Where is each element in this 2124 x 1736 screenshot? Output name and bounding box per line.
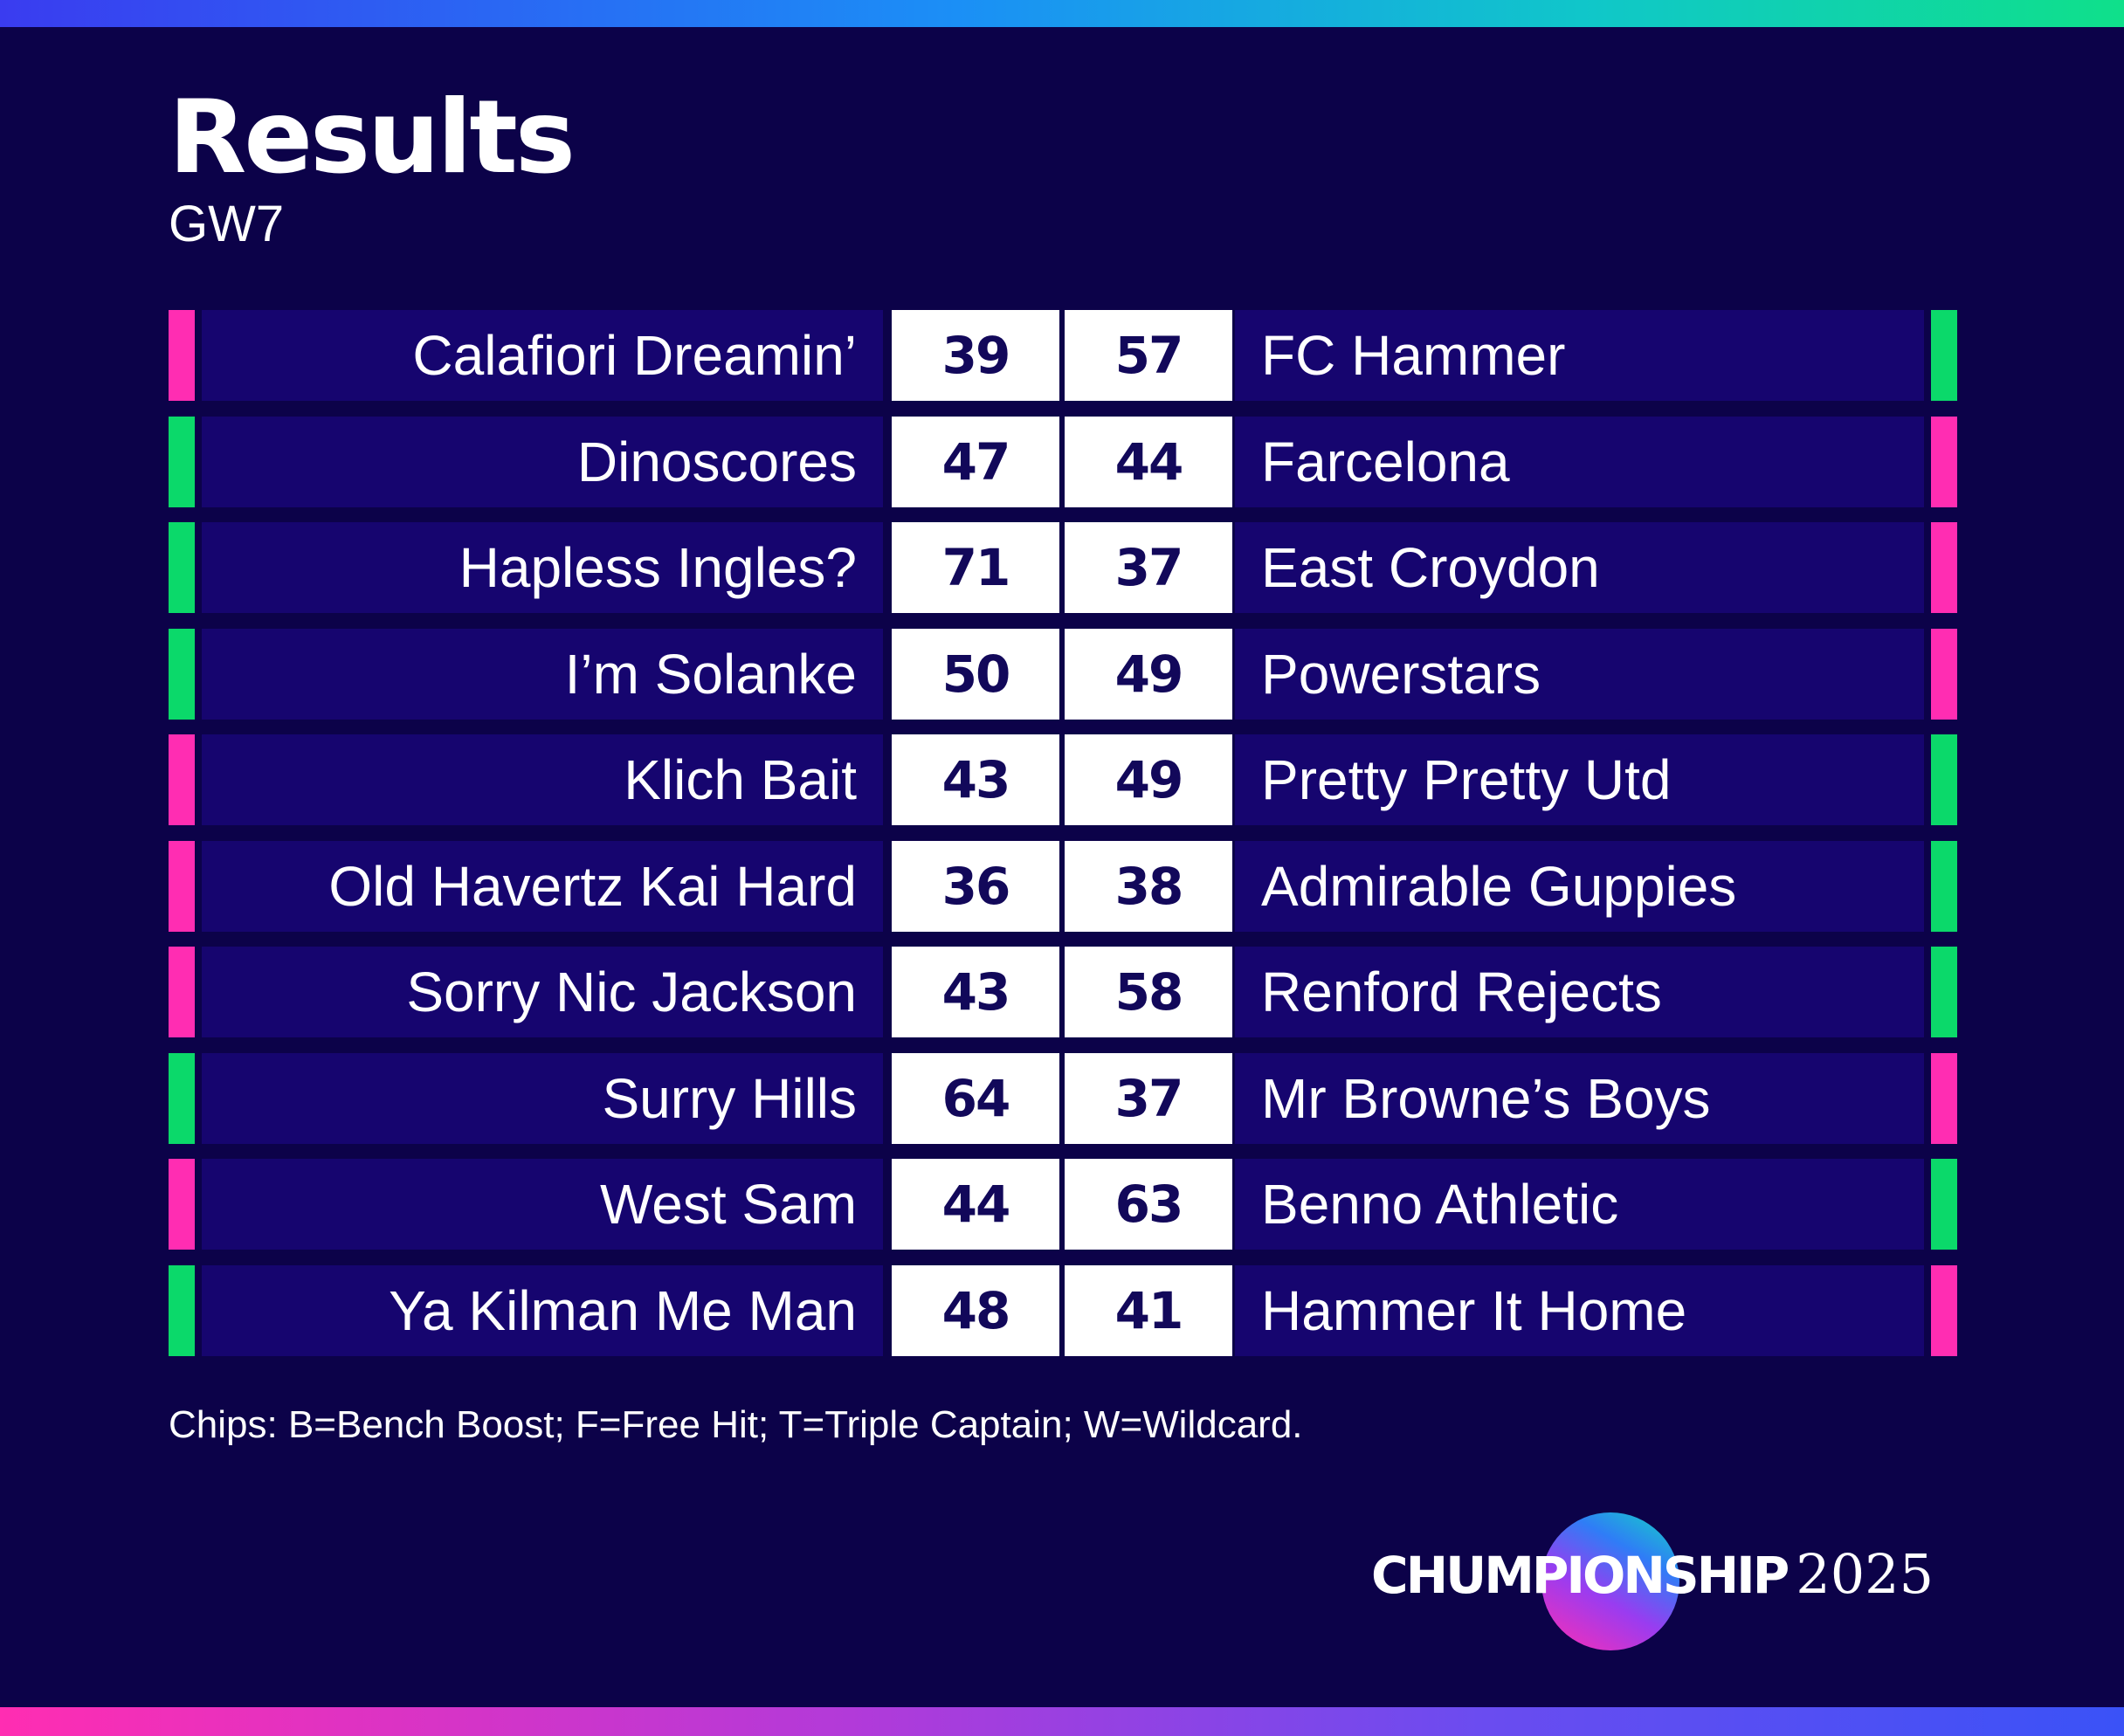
away-score: 63 [1065,1159,1232,1250]
away-result-stripe [1931,947,1957,1037]
match-row: Surry Hills 64 37 Mr Browne’s Boys [169,1053,1957,1144]
home-team-name: Dinoscores [202,417,883,507]
brand-logo: CHUMPIONSHIP 2025 [1371,1511,1958,1650]
brand-year: 2025 [1796,1542,1934,1606]
home-result-stripe [169,1159,195,1250]
home-score: 36 [892,841,1059,932]
home-result-stripe [169,1265,195,1356]
home-team-name: West Sam [202,1159,883,1250]
home-score: 43 [892,947,1059,1037]
away-result-stripe [1931,310,1957,401]
away-score: 37 [1065,522,1232,613]
home-team-name: Old Havertz Kai Hard [202,841,883,932]
match-row: Sorry Nic Jackson 43 58 Renford Rejects [169,947,1957,1037]
home-team-name: I’m Solanke [202,629,883,720]
match-row: I’m Solanke 50 49 Powerstars [169,629,1957,720]
home-score: 71 [892,522,1059,613]
away-score: 58 [1065,947,1232,1037]
home-team-name: Surry Hills [202,1053,883,1144]
home-score: 43 [892,734,1059,825]
away-score: 37 [1065,1053,1232,1144]
home-result-stripe [169,947,195,1037]
away-result-stripe [1931,734,1957,825]
away-team-name: Farcelona [1235,417,1924,507]
home-result-stripe [169,310,195,401]
home-team-name: Ya Kilman Me Man [202,1265,883,1356]
away-result-stripe [1931,629,1957,720]
home-team-name: Klich Bait [202,734,883,825]
home-score: 64 [892,1053,1059,1144]
away-score: 44 [1065,417,1232,507]
match-row: Calafiori Dreamin’ 39 57 FC Hammer [169,310,1957,401]
home-result-stripe [169,629,195,720]
match-row: Hapless Ingles? 71 37 East Croydon [169,522,1957,613]
away-result-stripe [1931,841,1957,932]
brand-wordmark: CHUMPIONSHIP [1371,1546,1790,1605]
away-score: 49 [1065,629,1232,720]
away-result-stripe [1931,1159,1957,1250]
away-result-stripe [1931,1053,1957,1144]
away-score: 49 [1065,734,1232,825]
home-score: 47 [892,417,1059,507]
away-score: 38 [1065,841,1232,932]
match-row: Old Havertz Kai Hard 36 38 Admirable Guppie… [169,841,1957,932]
top-gradient-bar [0,0,2124,27]
home-team-name: Hapless Ingles? [202,522,883,613]
bottom-gradient-bar [0,1707,2124,1736]
home-result-stripe [169,734,195,825]
away-team-name: Admirable Guppies [1235,841,1924,932]
away-team-name: FC Hammer [1235,310,1924,401]
home-score: 50 [892,629,1059,720]
match-row: West Sam 44 63 Benno Athletic [169,1159,1957,1250]
away-score: 41 [1065,1265,1232,1356]
home-result-stripe [169,841,195,932]
away-result-stripe [1931,1265,1957,1356]
home-team-name: Sorry Nic Jackson [202,947,883,1037]
match-row: Klich Bait 43 49 Pretty Pretty Utd [169,734,1957,825]
home-result-stripe [169,1053,195,1144]
home-score: 39 [892,310,1059,401]
away-team-name: Renford Rejects [1235,947,1924,1037]
away-team-name: Mr Browne’s Boys [1235,1053,1924,1144]
away-score: 57 [1065,310,1232,401]
away-team-name: East Croydon [1235,522,1924,613]
away-team-name: Hammer It Home [1235,1265,1924,1356]
match-row: Dinoscores 47 44 Farcelona [169,417,1957,507]
gameweek-label: GW7 [169,196,285,252]
chips-footnote: Chips: B=Bench Boost; F=Free Hit; T=Trip… [169,1403,1303,1446]
page-title: Results [169,79,576,196]
home-score: 48 [892,1265,1059,1356]
match-row: Ya Kilman Me Man 48 41 Hammer It Home [169,1265,1957,1356]
home-score: 44 [892,1159,1059,1250]
away-team-name: Benno Athletic [1235,1159,1924,1250]
home-team-name: Calafiori Dreamin’ [202,310,883,401]
away-result-stripe [1931,522,1957,613]
away-team-name: Powerstars [1235,629,1924,720]
away-result-stripe [1931,417,1957,507]
home-result-stripe [169,522,195,613]
home-result-stripe [169,417,195,507]
away-team-name: Pretty Pretty Utd [1235,734,1924,825]
